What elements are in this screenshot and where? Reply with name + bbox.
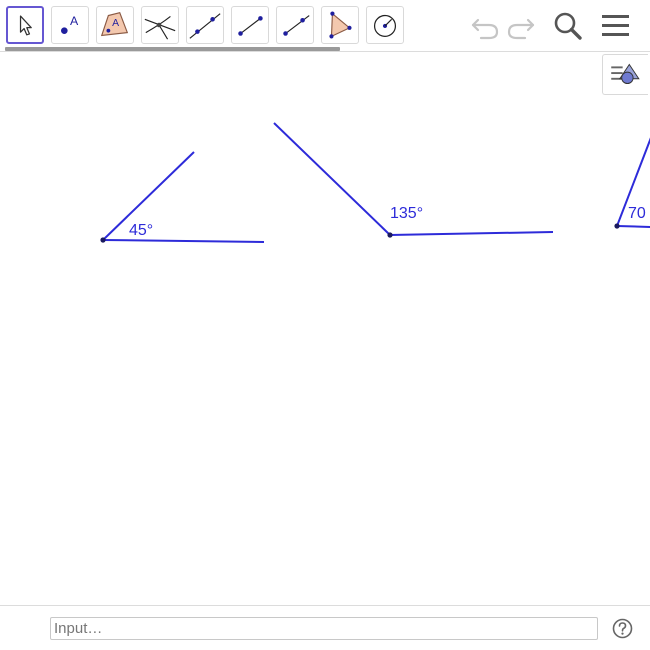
polygon-tool-label: A <box>112 18 119 29</box>
help-icon <box>612 618 633 639</box>
angle-3-vertex-point[interactable] <box>614 223 620 229</box>
segment-icon <box>238 16 263 36</box>
algebra-input-field[interactable] <box>50 617 598 640</box>
help-button[interactable] <box>612 618 633 639</box>
angle-1-label[interactable]: 45° <box>129 222 153 239</box>
line-icon <box>189 13 221 39</box>
input-bar <box>0 605 650 650</box>
angle-2-vertex-point[interactable] <box>387 232 393 238</box>
search-button[interactable] <box>552 10 584 42</box>
angle-3-ray-b[interactable] <box>616 225 650 228</box>
graphics-view[interactable]: 45° 135° 70 <box>0 53 650 605</box>
tool-move-button[interactable] <box>6 6 44 44</box>
menu-icon <box>602 15 629 36</box>
tool-segment-button[interactable] <box>231 6 269 44</box>
angle-2-ray-a[interactable] <box>273 122 391 236</box>
tool-ray-button[interactable] <box>276 6 314 44</box>
tool-line-button[interactable] <box>186 6 224 44</box>
redo-icon <box>507 18 535 40</box>
search-icon <box>554 12 582 40</box>
toolbar: A A <box>0 0 650 52</box>
cursor-arrow-icon <box>19 15 32 36</box>
intersect-icon <box>144 16 176 40</box>
tool-intersect-button[interactable] <box>141 6 179 44</box>
tool-triangle-button[interactable] <box>321 6 359 44</box>
angle-1[interactable]: 45° <box>100 151 265 243</box>
angle-3[interactable]: 70 <box>614 135 650 229</box>
tool-polygon-button[interactable]: A <box>96 6 134 44</box>
angle-2-ray-b[interactable] <box>389 231 554 236</box>
polygon-icon: A <box>100 12 129 37</box>
angle-2[interactable]: 135° <box>273 122 554 238</box>
graphics-canvas[interactable]: 45° 135° 70 <box>0 53 650 605</box>
undo-button[interactable] <box>469 10 501 42</box>
angle-3-label[interactable]: 70 <box>628 205 646 222</box>
toolbar-scrollbar[interactable] <box>5 47 340 51</box>
point-icon: A <box>61 14 79 34</box>
angle-1-vertex-point[interactable] <box>100 237 106 243</box>
redo-button[interactable] <box>505 10 537 42</box>
tool-point-button[interactable]: A <box>51 6 89 44</box>
circle-with-center-icon <box>373 14 397 37</box>
menu-button[interactable] <box>600 10 632 42</box>
triangle-icon <box>329 11 352 39</box>
ray-icon <box>283 15 310 36</box>
angle-1-ray-b[interactable] <box>102 239 265 243</box>
undo-icon <box>471 18 499 40</box>
point-tool-label: A <box>70 14 79 28</box>
geogebra-app: A A 45° 135° 70 Input… <box>0 0 650 650</box>
angle-2-label[interactable]: 135° <box>390 205 423 222</box>
tool-circle-button[interactable] <box>366 6 404 44</box>
